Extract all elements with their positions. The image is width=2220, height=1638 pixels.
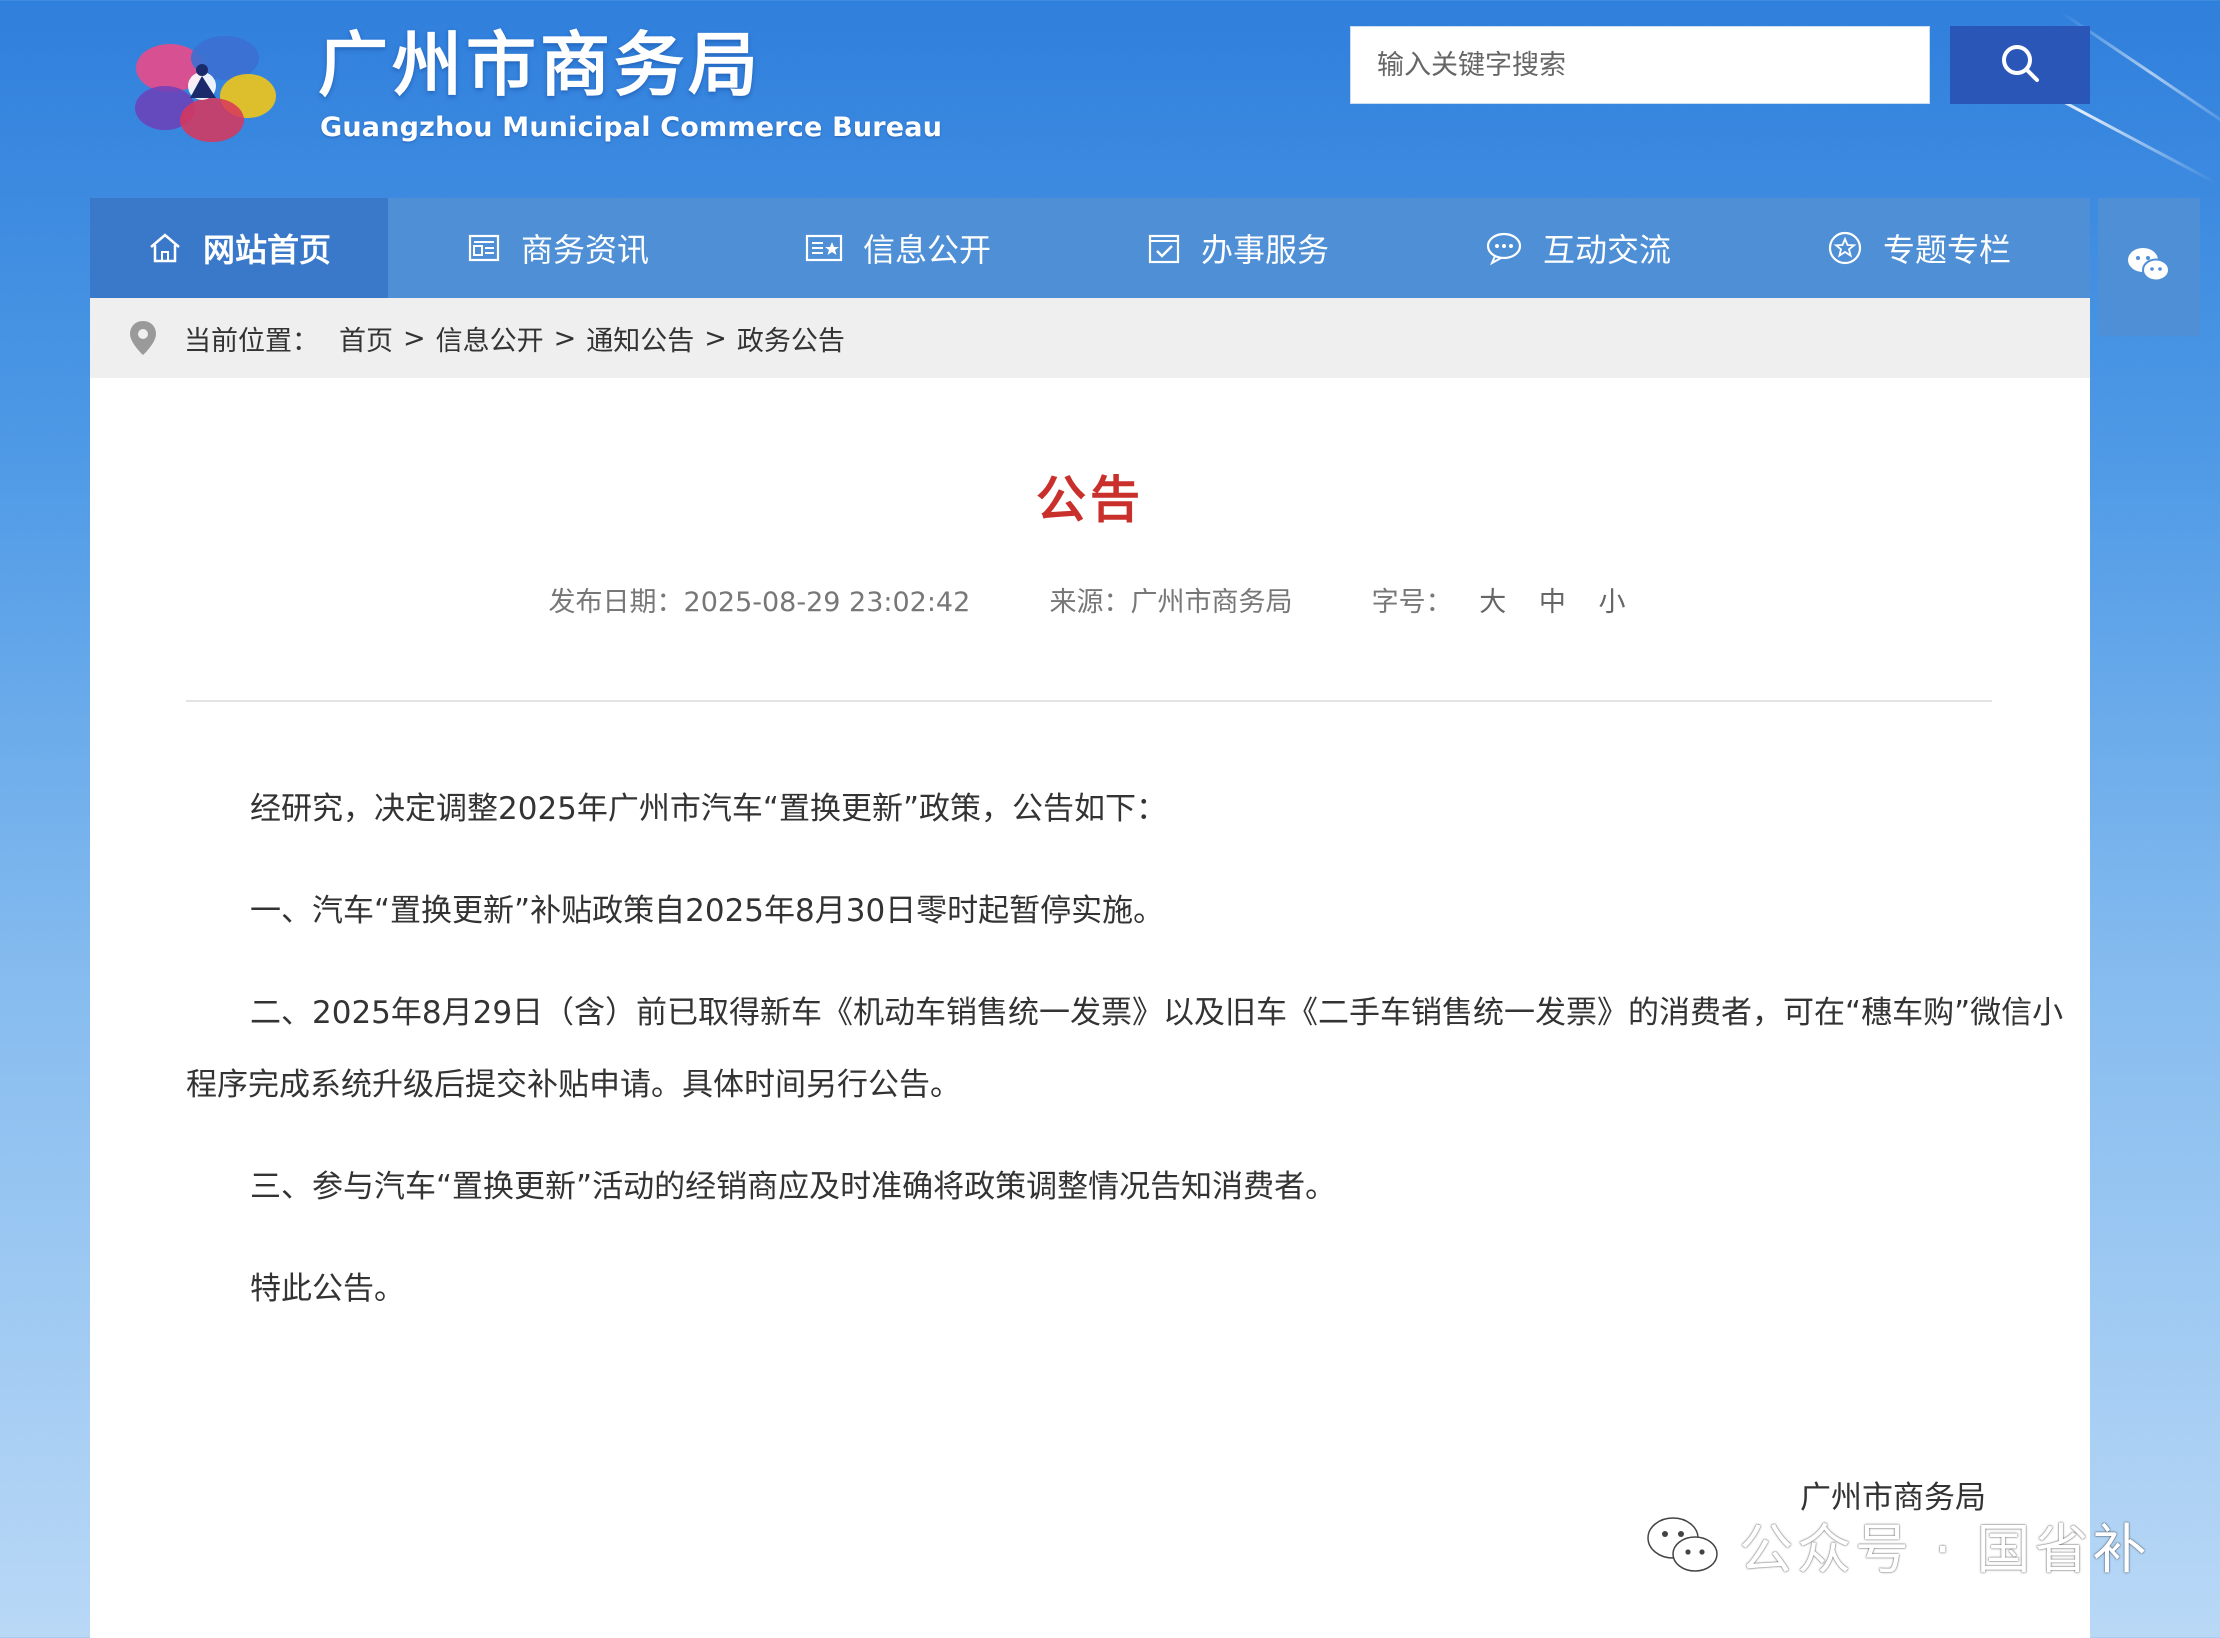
article-paragraph: 特此公告。	[250, 1271, 405, 1307]
breadcrumb: 当前位置： 首页 > 信息公开 > 通知公告 > 政务公告	[90, 298, 2090, 378]
font-size-small[interactable]: 小	[1598, 587, 1625, 618]
breadcrumb-current[interactable]: 政务公告	[737, 319, 845, 358]
location-pin-icon	[128, 319, 158, 357]
chat-bubble-icon	[1485, 231, 1523, 265]
breadcrumb-separator: >	[553, 322, 577, 354]
info-card-icon	[805, 231, 843, 265]
wechat-side-button[interactable]	[2098, 198, 2200, 336]
site-subtitle: Guangzhou Municipal Commerce Bureau	[320, 112, 943, 143]
wechat-icon	[1645, 1514, 1721, 1576]
nav-label: 商务资讯	[520, 231, 649, 269]
article-container: 公告 发布日期：2025-08-29 23:02:42 来源：广州市商务局 字号…	[90, 378, 2090, 1638]
nav-label: 办事服务	[1200, 231, 1329, 269]
news-icon	[467, 231, 501, 265]
nav-label: 专题专栏	[1882, 231, 2011, 269]
nav-label: 网站首页	[202, 231, 331, 269]
article-source: 来源：广州市商务局	[1049, 587, 1293, 618]
wechat-icon	[2126, 245, 2172, 289]
article-paragraph: 三、参与汽车“置换更新”活动的经销商应及时准确将政策调整情况告知消费者。	[250, 1169, 1337, 1205]
article-paragraph: 二、2025年8月29日（含）前已取得新车《机动车销售统一发票》以及旧车《二手车…	[186, 995, 2064, 1103]
article-title: 公告	[1036, 471, 1144, 529]
nav-label: 信息公开	[862, 231, 991, 269]
breadcrumb-prefix: 当前位置：	[184, 325, 319, 357]
star-circle-icon	[1827, 230, 1863, 266]
article-paragraph: 一、汽车“置换更新”补贴政策自2025年8月30日零时起暂停实施。	[250, 893, 1165, 929]
nav-item-news[interactable]: 商务资讯	[388, 198, 728, 298]
breadcrumb-separator: >	[403, 322, 426, 354]
nav-label: 互动交流	[1542, 231, 1671, 269]
article-meta: 发布日期：2025-08-29 23:02:42 来源：广州市商务局 字号： 大…	[90, 580, 2090, 619]
font-size-medium[interactable]: 中	[1539, 587, 1566, 618]
font-size-label: 字号：	[1371, 587, 1453, 618]
search-button[interactable]	[1950, 26, 2090, 104]
divider	[186, 700, 1992, 702]
site-title: 广州市商务局	[318, 24, 762, 106]
check-box-icon	[1147, 231, 1181, 265]
breadcrumb-separator: >	[704, 322, 727, 354]
search-box[interactable]	[1350, 26, 1930, 104]
nav-item-topics[interactable]: 专题专栏	[1748, 198, 2090, 298]
nav-item-interact[interactable]: 互动交流	[1408, 198, 1748, 298]
nav-item-services[interactable]: 办事服务	[1068, 198, 1408, 298]
article-body: 经研究，决定调整2025年广州市汽车“置换更新”政策，公告如下： 一、汽车“置换…	[186, 773, 2066, 1355]
main-nav: 网站首页 商务资讯 信息公开 办事服务 互动交流 专题专栏	[90, 198, 2090, 298]
search-icon	[1998, 41, 2042, 89]
search-input[interactable]	[1351, 27, 1929, 103]
breadcrumb-notices[interactable]: 通知公告	[586, 319, 694, 358]
bureau-logo[interactable]	[130, 28, 280, 146]
watermark-text: 公众号 · 国省补	[1739, 1518, 2151, 1581]
font-size-large[interactable]: 大	[1479, 587, 1506, 618]
home-icon	[147, 230, 183, 266]
article-paragraph: 经研究，决定调整2025年广州市汽车“置换更新”政策，公告如下：	[250, 791, 1168, 827]
nav-item-info[interactable]: 信息公开	[728, 198, 1068, 298]
nav-item-home[interactable]: 网站首页	[90, 198, 388, 298]
breadcrumb-info[interactable]: 信息公开	[436, 319, 544, 358]
publish-date: 发布日期：2025-08-29 23:02:42	[548, 587, 971, 618]
breadcrumb-home[interactable]: 首页	[339, 319, 393, 358]
watermark: 公众号 · 国省补	[1645, 1505, 2151, 1584]
